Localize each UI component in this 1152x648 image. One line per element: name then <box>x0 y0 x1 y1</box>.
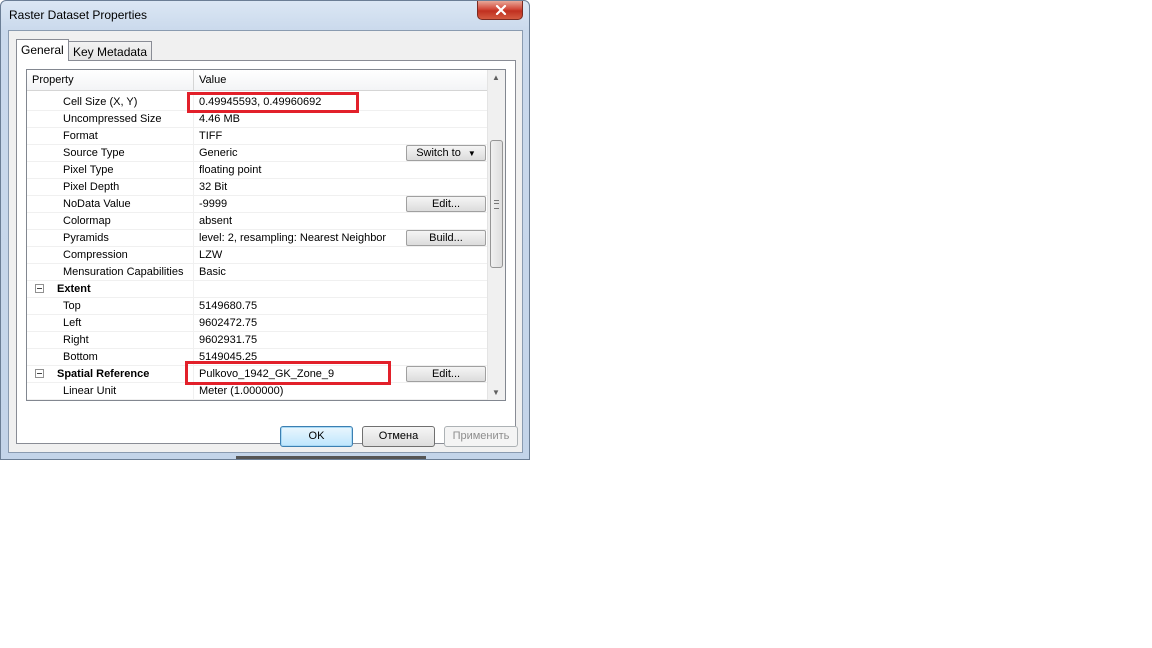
row-colormap[interactable]: Colormap absent <box>27 213 487 230</box>
row-pixel-depth[interactable]: Pixel Depth 32 Bit <box>27 179 487 196</box>
row-value: absent <box>199 215 233 227</box>
row-name: NoData Value <box>63 198 131 210</box>
row-format[interactable]: Format TIFF <box>27 128 487 145</box>
row-category-extent[interactable]: Extent <box>27 281 487 298</box>
tab-key-metadata[interactable]: Key Metadata <box>68 41 153 61</box>
tab-key-metadata-label: Key Metadata <box>73 45 148 59</box>
row-name: Mensuration Capabilities <box>63 266 184 278</box>
close-icon <box>495 5 507 15</box>
row-name: Pyramids <box>63 232 109 244</box>
category-name: Extent <box>57 283 91 295</box>
scrollbar-thumb[interactable] <box>490 140 503 268</box>
close-button[interactable] <box>477 1 523 20</box>
scroll-up-icon[interactable]: ▲ <box>492 73 500 82</box>
row-value: level: 2, resampling: Nearest Neighbor <box>199 232 387 244</box>
row-name: Right <box>63 334 89 346</box>
row-extent-right[interactable]: Right 9602931.75 <box>27 332 487 349</box>
row-source-type[interactable]: Source Type Generic Switch to ▼ <box>27 145 487 162</box>
switch-to-label: Switch to <box>416 147 461 159</box>
row-name: Pixel Type <box>63 164 114 176</box>
row-pyramids[interactable]: Pyramids level: 2, resampling: Nearest N… <box>27 230 487 247</box>
window-shadow <box>236 456 426 459</box>
row-value: Generic <box>199 147 238 159</box>
general-tab-panel: Property Value Cell Size (X, Y) 0.499455… <box>16 60 516 444</box>
row-value: -9999 <box>199 198 228 210</box>
row-name: Bottom <box>63 351 98 363</box>
row-value: Meter (1.000000) <box>199 385 284 397</box>
row-name: Compression <box>63 249 128 261</box>
build-pyramids-button[interactable]: Build... <box>406 230 486 246</box>
scroll-down-icon[interactable]: ▼ <box>492 388 500 397</box>
row-extent-top[interactable]: Top 5149680.75 <box>27 298 487 315</box>
row-name: Linear Unit <box>63 385 117 397</box>
cancel-button[interactable]: Отмена <box>362 426 435 447</box>
raster-dataset-properties-dialog: Raster Dataset Properties General Key Me… <box>0 0 530 460</box>
row-linear-unit[interactable]: Linear Unit Meter (1.000000) <box>27 383 487 400</box>
row-value: 4.46 MB <box>199 113 240 125</box>
row-value: floating point <box>199 164 262 176</box>
row-value: Basic <box>199 266 226 278</box>
vertical-scrollbar[interactable]: ▲ ▼ <box>487 70 505 400</box>
property-grid: Property Value Cell Size (X, Y) 0.499455… <box>26 69 506 401</box>
row-value: 9602472.75 <box>199 317 258 329</box>
ok-button[interactable]: OK <box>280 426 353 447</box>
grid-header: Property Value <box>27 70 487 91</box>
dropdown-arrow-icon: ▼ <box>467 149 476 158</box>
tab-general[interactable]: General <box>16 39 69 61</box>
row-pixel-type[interactable]: Pixel Type floating point <box>27 162 487 179</box>
title-bar[interactable]: Raster Dataset Properties <box>1 1 529 29</box>
row-mensuration-capabilities[interactable]: Mensuration Capabilities Basic <box>27 264 487 281</box>
row-name: Source Type <box>63 147 125 159</box>
row-name: Uncompressed Size <box>63 113 162 125</box>
collapse-icon[interactable] <box>35 369 44 378</box>
row-name: Cell Size (X, Y) <box>63 96 138 108</box>
row-uncompressed-size[interactable]: Uncompressed Size 4.46 MB <box>27 111 487 128</box>
grip-icon <box>494 200 499 209</box>
column-header-property[interactable]: Property <box>32 74 74 86</box>
highlight-box-cell-size <box>187 92 359 113</box>
collapse-icon[interactable] <box>35 284 44 293</box>
row-value: TIFF <box>199 130 223 142</box>
row-name: Pixel Depth <box>63 181 120 193</box>
row-name: Left <box>63 317 82 329</box>
category-name: Spatial Reference <box>57 368 150 380</box>
switch-to-button[interactable]: Switch to ▼ <box>406 145 486 161</box>
row-name: Top <box>63 300 81 312</box>
row-value: 32 Bit <box>199 181 228 193</box>
apply-button[interactable]: Применить <box>444 426 518 447</box>
highlight-box-spatial-reference <box>185 361 391 385</box>
column-divider[interactable] <box>193 70 194 90</box>
tab-general-label: General <box>21 43 64 57</box>
row-name: Format <box>63 130 98 142</box>
spatial-reference-edit-button[interactable]: Edit... <box>406 366 486 382</box>
row-value: 9602931.75 <box>199 334 258 346</box>
row-nodata-value[interactable]: NoData Value -9999 Edit... <box>27 196 487 213</box>
row-value: 5149680.75 <box>199 300 258 312</box>
row-extent-left[interactable]: Left 9602472.75 <box>27 315 487 332</box>
row-value: LZW <box>199 249 223 261</box>
row-name: Colormap <box>63 215 111 227</box>
column-header-value[interactable]: Value <box>199 74 226 86</box>
row-compression[interactable]: Compression LZW <box>27 247 487 264</box>
window-title: Raster Dataset Properties <box>9 8 148 22</box>
nodata-edit-button[interactable]: Edit... <box>406 196 486 212</box>
